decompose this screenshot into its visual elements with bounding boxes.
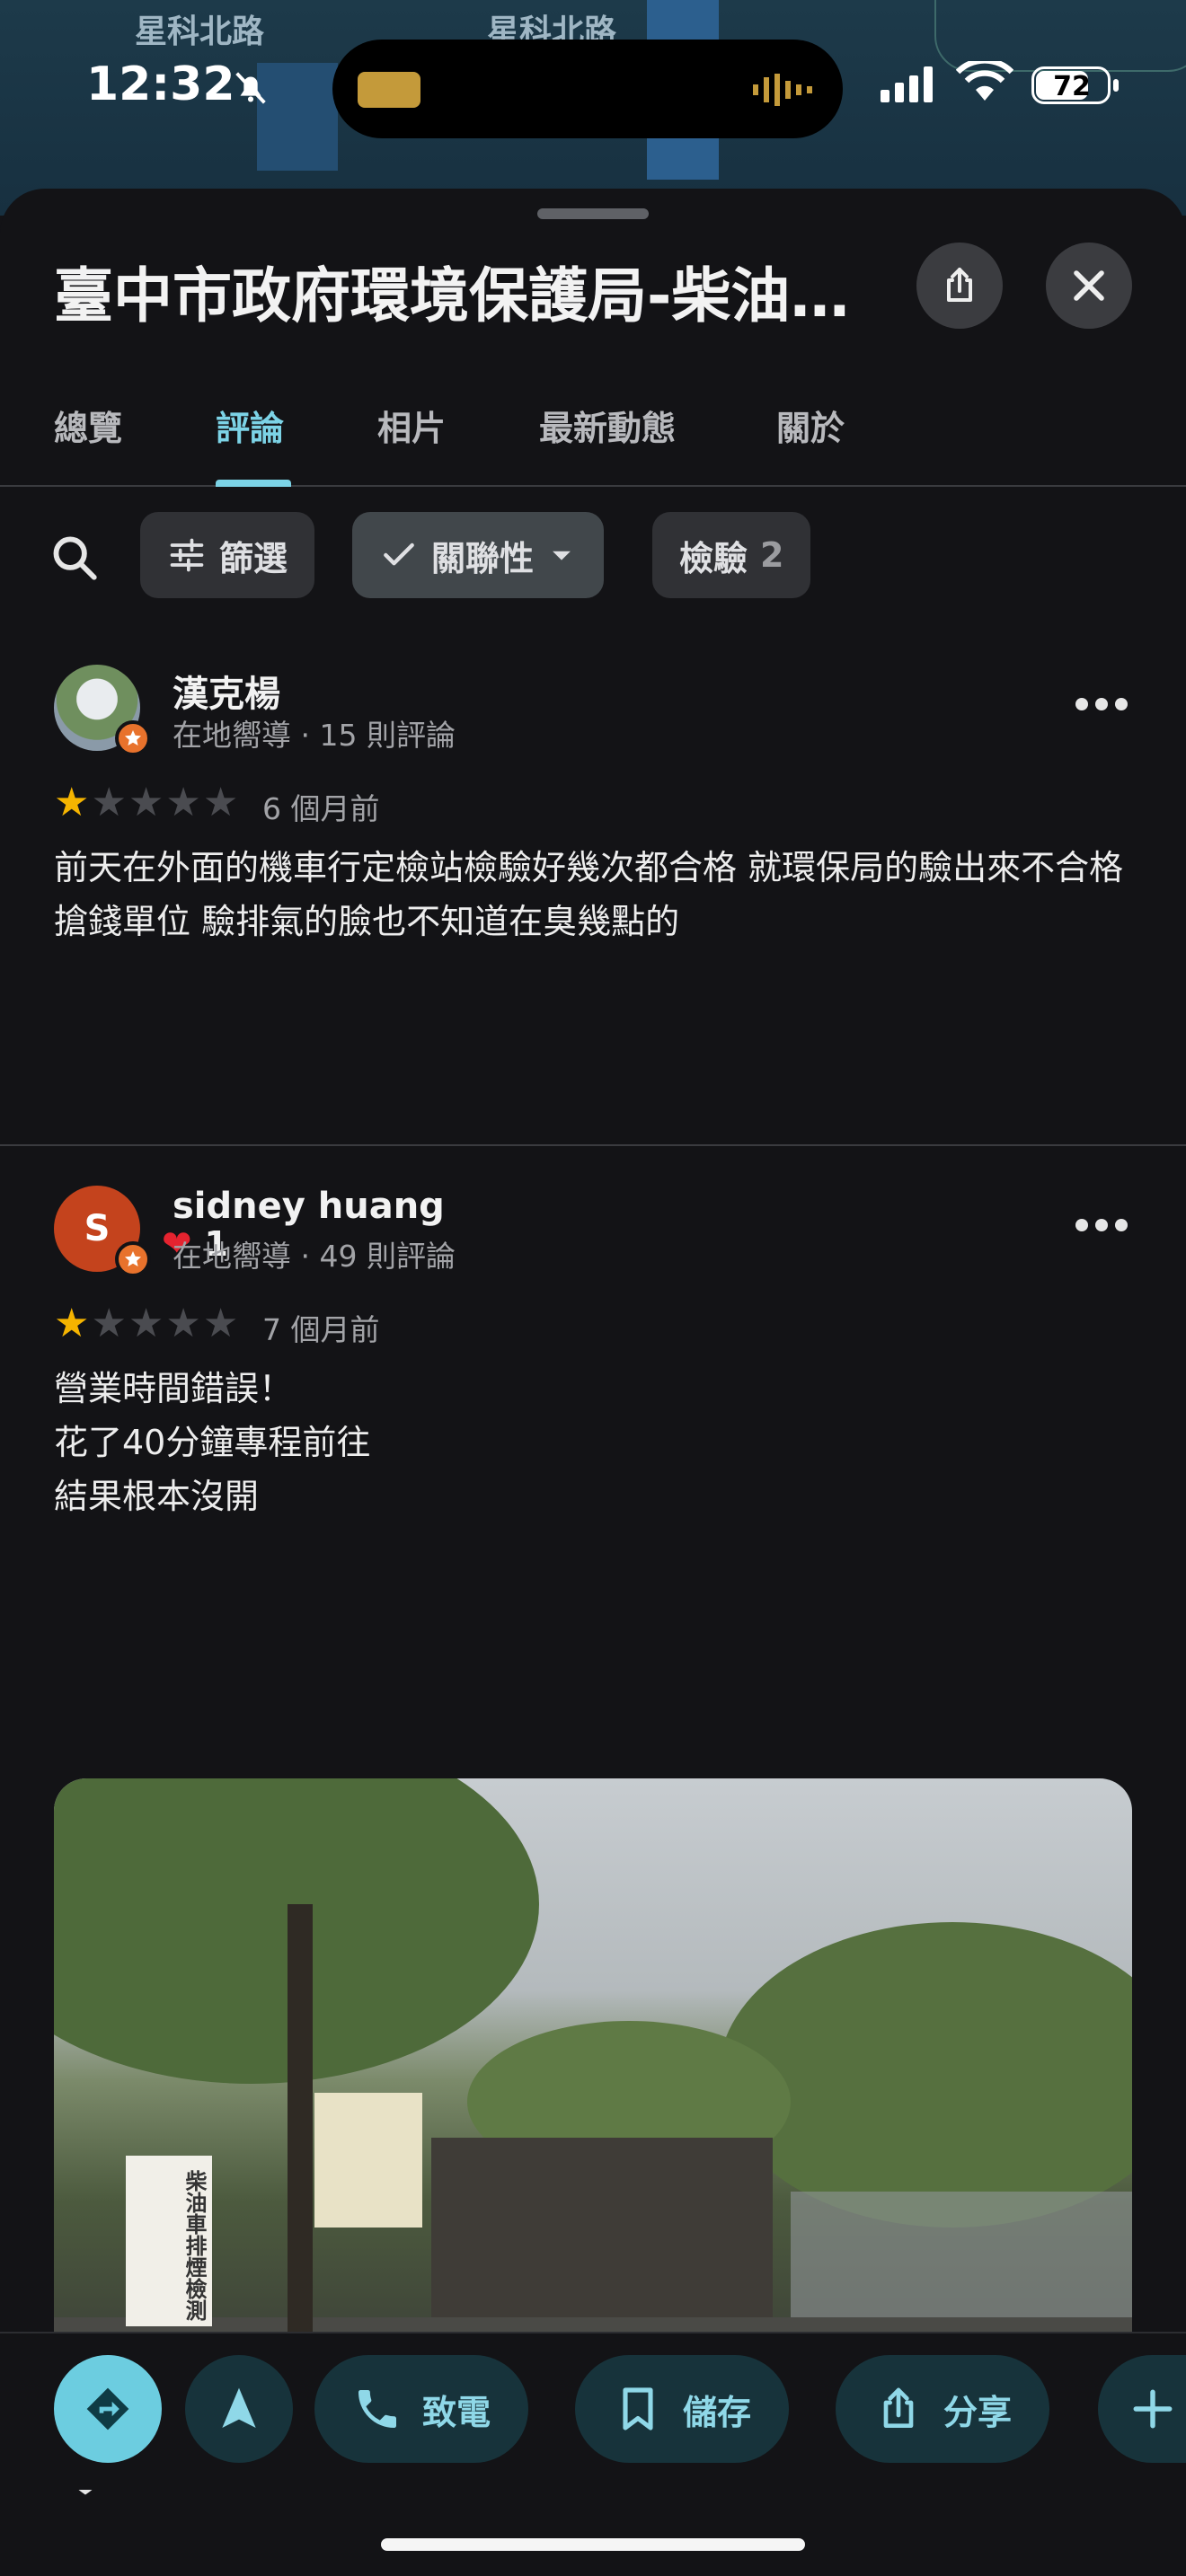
review-date: 6 個月前 [262, 791, 380, 826]
active-tab-indicator [216, 480, 291, 487]
star-empty-icon: ★ [165, 1301, 201, 1346]
star-empty-icon: ★ [91, 780, 127, 825]
review-text-line: 結果根本沒開 [54, 1477, 260, 1516]
review-text: 前天在外面的機車行定檢站檢驗好幾次都合格 就環保局的驗出來不合格 搶錢單位 驗排… [54, 848, 1124, 941]
place-title: 臺中市政府環境保護局-柴油… [54, 261, 850, 331]
home-indicator[interactable] [381, 2538, 805, 2551]
road-label: 星科北路 [135, 13, 265, 50]
tab-bar: 總覽 評論 相片 最新動態 關於 [0, 377, 1186, 487]
filter-chip-label: 篩選 [219, 538, 288, 578]
review-text: 營業時間錯誤！ 花了40分鐘專程前往 結果根本沒開 [54, 1362, 1132, 1523]
close-button[interactable] [1046, 243, 1132, 329]
share-button[interactable] [916, 243, 1003, 329]
keyword-chip[interactable]: 檢驗 2 [652, 512, 811, 598]
share-icon [883, 2387, 914, 2428]
tab-reviews[interactable]: 評論 [216, 401, 284, 450]
review-text-line: 花了40分鐘專程前往 [54, 1423, 371, 1462]
share-icon [947, 268, 972, 302]
battery-level: 72 [1053, 71, 1091, 102]
more-actions-button[interactable] [1098, 2355, 1186, 2463]
tab-photos[interactable]: 相片 [377, 401, 446, 450]
star-filled-icon: ★ [54, 780, 90, 825]
star-empty-icon: ★ [91, 1301, 127, 1346]
phone-icon [358, 2390, 396, 2428]
reviewer-name[interactable]: sidney huang [173, 1186, 445, 1227]
save-button[interactable]: 儲存 [575, 2355, 790, 2463]
call-button[interactable]: 致電 [314, 2355, 529, 2463]
call-label: 致電 [422, 2392, 491, 2432]
navigation-arrow-icon [222, 2387, 256, 2428]
more-options-icon[interactable] [1075, 695, 1128, 713]
share-label: 分享 [943, 2392, 1013, 2432]
wifi-icon [956, 61, 1013, 101]
star-empty-icon: ★ [165, 780, 201, 825]
muted-bell-icon [235, 72, 266, 104]
local-guide-badge [115, 720, 151, 756]
status-time: 12:32 [86, 57, 235, 111]
star-empty-icon: ★ [202, 780, 239, 825]
keyword-chip-count: 2 [760, 535, 784, 575]
cellular-signal-icon [881, 66, 933, 102]
sort-chip-label: 關聯性 [431, 538, 535, 578]
close-icon [1074, 270, 1104, 301]
photo-scene [54, 1778, 1132, 2384]
star-filled-icon: ★ [54, 1301, 90, 1346]
filter-chip[interactable]: 篩選 [140, 512, 315, 598]
sheet-drag-handle[interactable] [537, 208, 649, 219]
now-playing-artwork [358, 72, 420, 108]
dynamic-island [332, 40, 843, 138]
tab-about[interactable]: 關於 [776, 401, 845, 450]
plus-icon [1133, 2389, 1173, 2429]
share-place-button[interactable]: 分享 [836, 2355, 1050, 2463]
photo-sign-text: 柴油車排煙檢測 [181, 2170, 207, 2321]
local-guide-badge [115, 1241, 151, 1277]
start-navigation-button[interactable] [185, 2355, 293, 2463]
search-reviews-icon[interactable] [49, 532, 101, 584]
tab-updates[interactable]: 最新動態 [539, 401, 676, 450]
keyword-chip-label: 檢驗 [679, 538, 748, 578]
star-badge-icon [125, 730, 141, 745]
star-empty-icon: ★ [128, 1301, 164, 1346]
sort-relevance-chip[interactable]: 關聯性 [352, 512, 605, 598]
directions-button[interactable] [54, 2355, 162, 2463]
review-text-line: 營業時間錯誤！ [54, 1369, 294, 1408]
reviewer-meta: 在地嚮導 · 15 則評論 [173, 718, 456, 753]
action-bar: 致電 儲存 分享 [0, 2332, 1186, 2490]
audio-wave-icon [753, 74, 812, 106]
review-filters: 篩選 關聯性 檢驗 2 [0, 512, 1186, 598]
status-bar: 12:32 72 [0, 40, 1186, 144]
review-date: 7 個月前 [262, 1312, 380, 1347]
star-empty-icon: ★ [202, 1301, 239, 1346]
dropdown-arrow-icon [553, 551, 571, 560]
review-divider [0, 1144, 1186, 1146]
save-label: 儲存 [683, 2392, 752, 2432]
star-empty-icon: ★ [128, 780, 164, 825]
check-icon [384, 543, 414, 566]
review-photo[interactable]: 柴油車排煙檢測 [54, 1778, 1132, 2384]
star-rating: ★ ★ ★ ★ ★ [54, 1304, 238, 1344]
star-badge-icon [125, 1251, 141, 1266]
battery-indicator: 72 [1031, 66, 1119, 104]
sliders-icon [170, 538, 204, 572]
bookmark-icon [623, 2387, 653, 2430]
reviewer-meta: 在地嚮導 · 49 則評論 [173, 1239, 456, 1274]
reviewer-name[interactable]: 漢克楊 [173, 665, 280, 717]
place-sheet: 臺中市政府環境保護局-柴油… 總覽 評論 相片 最新動態 關於 篩選 關聯性 檢… [0, 189, 1186, 2576]
star-rating: ★ ★ ★ ★ ★ [54, 783, 238, 823]
more-options-icon[interactable] [1075, 1216, 1128, 1234]
directions-icon [86, 2387, 129, 2430]
tab-overview[interactable]: 總覽 [54, 401, 122, 450]
